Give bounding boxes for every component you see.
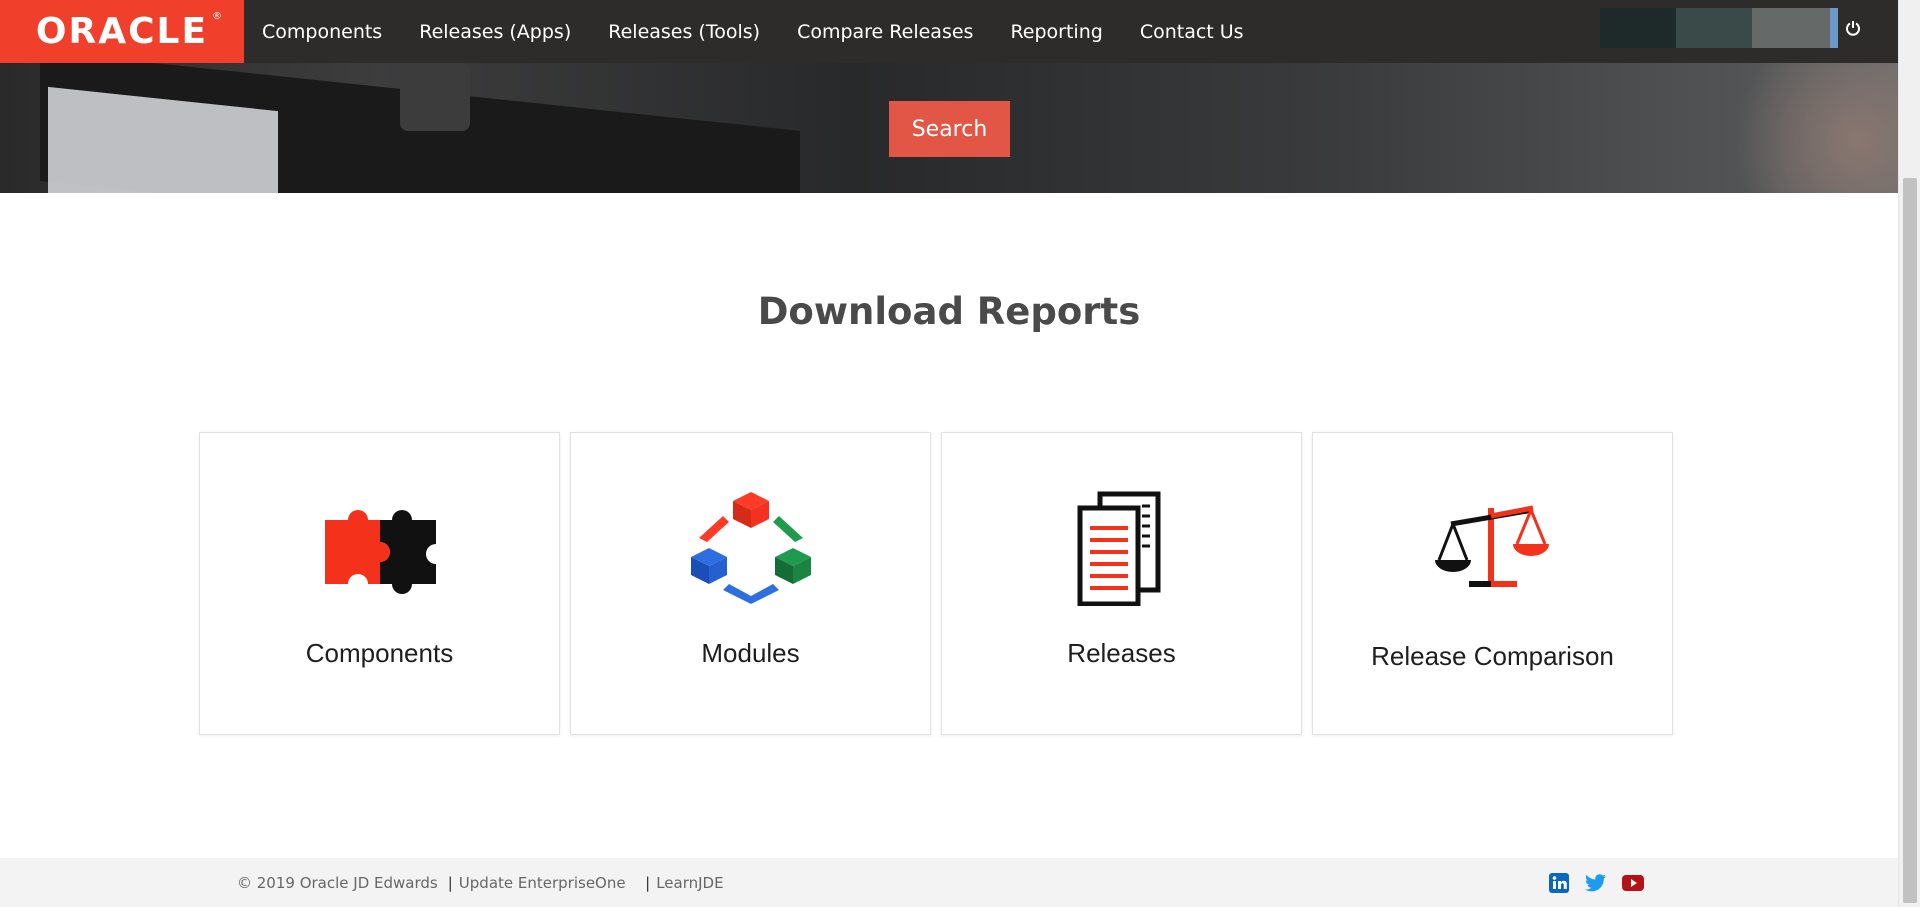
power-icon[interactable] — [1838, 8, 1868, 48]
search-button[interactable]: Search — [889, 101, 1010, 157]
report-cards: Components Modules Releases Release Comp… — [199, 432, 1683, 735]
card-label: Components — [305, 638, 454, 668]
card-components[interactable]: Components — [199, 432, 560, 735]
card-release-comparison[interactable]: Release Comparison — [1312, 432, 1673, 735]
footer-link-update-enterpriseone[interactable]: Update EnterpriseOne — [459, 874, 626, 892]
social-links — [1548, 872, 1659, 894]
twitter-icon[interactable] — [1585, 872, 1607, 894]
nav-components[interactable]: Components — [262, 21, 382, 43]
user-info-block — [1600, 8, 1676, 48]
main-nav: Components Releases (Apps) Releases (Too… — [262, 0, 1281, 63]
nav-compare-releases[interactable]: Compare Releases — [797, 21, 973, 43]
user-info-block — [1676, 8, 1752, 48]
footer: © 2019 Oracle JD Edwards | Update Enterpri… — [0, 858, 1898, 907]
user-info-block — [1830, 8, 1838, 48]
nav-releases-tools[interactable]: Releases (Tools) — [608, 21, 760, 43]
modules-cubes-icon — [686, 488, 816, 608]
page-title: Download Reports — [757, 290, 1141, 333]
top-navigation-bar: ORACLE ® Components Releases (Apps) Rele… — [0, 0, 1898, 63]
nav-contact-us[interactable]: Contact Us — [1140, 21, 1244, 43]
nav-releases-apps[interactable]: Releases (Apps) — [419, 21, 571, 43]
balance-scale-icon — [1428, 488, 1558, 608]
card-releases[interactable]: Releases — [941, 432, 1302, 735]
vertical-scrollbar[interactable] — [1898, 0, 1920, 907]
nav-reporting[interactable]: Reporting — [1010, 21, 1102, 43]
footer-links: © 2019 Oracle JD Edwards | Update Enterpri… — [237, 874, 724, 892]
oracle-logo[interactable]: ORACLE ® — [0, 0, 244, 63]
logo-text: ORACLE — [35, 11, 209, 52]
youtube-icon[interactable] — [1622, 872, 1644, 894]
documents-icon — [1057, 488, 1187, 608]
page: ORACLE ® Components Releases (Apps) Rele… — [0, 0, 1920, 907]
card-label: Releases — [1067, 638, 1176, 668]
scrollbar-thumb[interactable] — [1903, 178, 1917, 903]
user-area — [1600, 8, 1868, 48]
copyright-text: © 2019 Oracle JD Edwards — [237, 874, 438, 892]
user-info-block — [1752, 8, 1830, 48]
footer-link-learnjde[interactable]: LearnJDE — [656, 874, 723, 892]
linkedin-icon[interactable] — [1548, 872, 1570, 894]
card-modules[interactable]: Modules — [570, 432, 931, 735]
card-label: Release Comparison — [1371, 641, 1614, 671]
puzzle-icon — [315, 488, 445, 608]
card-label: Modules — [701, 638, 800, 668]
